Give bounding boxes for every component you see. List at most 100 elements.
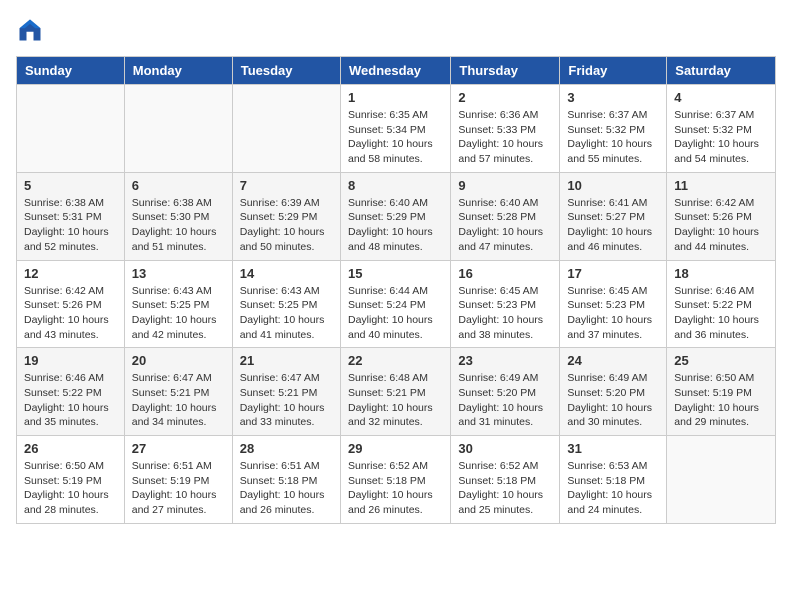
day-info: Sunrise: 6:50 AM Sunset: 5:19 PM Dayligh… [24,459,117,518]
calendar-cell [667,436,776,524]
day-info: Sunrise: 6:37 AM Sunset: 5:32 PM Dayligh… [674,108,768,167]
calendar-cell: 29 Sunrise: 6:52 AM Sunset: 5:18 PM Dayli… [340,436,450,524]
calendar-cell: 14 Sunrise: 6:43 AM Sunset: 5:25 PM Dayli… [232,260,340,348]
day-number: 4 [674,90,768,105]
weekday-header-thursday: Thursday [451,57,560,85]
calendar-cell: 13 Sunrise: 6:43 AM Sunset: 5:25 PM Dayli… [124,260,232,348]
page-header [16,16,776,44]
calendar-cell: 8Sunrise: 6:40 AM Sunset: 5:29 PM Daylig… [340,172,450,260]
calendar-cell: 27Sunrise: 6:51 AM Sunset: 5:19 PM Dayli… [124,436,232,524]
calendar-cell [124,85,232,173]
calendar-week-row: 5 Sunrise: 6:38 AM Sunset: 5:31 PM Daylig… [17,172,776,260]
calendar-cell: 4 Sunrise: 6:37 AM Sunset: 5:32 PM Daylig… [667,85,776,173]
day-info: Sunrise: 6:51 AM Sunset: 5:18 PM Dayligh… [240,459,333,518]
day-number: 2 [458,90,552,105]
day-info: Sunrise: 6:43 AM Sunset: 5:25 PM Dayligh… [240,284,333,343]
calendar-cell: 16 Sunrise: 6:45 AM Sunset: 5:23 PM Dayli… [451,260,560,348]
day-number: 22 [348,353,443,368]
day-number: 16 [458,266,552,281]
weekday-header-sunday: Sunday [17,57,125,85]
calendar-cell: 2 Sunrise: 6:36 AM Sunset: 5:33 PM Daylig… [451,85,560,173]
calendar-cell [232,85,340,173]
day-number: 5 [24,178,117,193]
calendar-cell [17,85,125,173]
day-info: Sunrise: 6:45 AM Sunset: 5:23 PM Dayligh… [458,284,552,343]
day-number: 15 [348,266,443,281]
calendar-body: 1 Sunrise: 6:35 AM Sunset: 5:34 PM Daylig… [17,85,776,524]
day-number: 23 [458,353,552,368]
day-number: 1 [348,90,443,105]
day-info: Sunrise: 6:39 AM Sunset: 5:29 PM Dayligh… [240,196,333,255]
calendar-cell: 6 Sunrise: 6:38 AM Sunset: 5:30 PM Daylig… [124,172,232,260]
day-number: 21 [240,353,333,368]
calendar-week-row: 19Sunrise: 6:46 AM Sunset: 5:22 PM Dayli… [17,348,776,436]
day-number: 7 [240,178,333,193]
calendar-cell: 15 Sunrise: 6:44 AM Sunset: 5:24 PM Dayli… [340,260,450,348]
calendar-cell: 31 Sunrise: 6:53 AM Sunset: 5:18 PM Dayli… [560,436,667,524]
day-number: 26 [24,441,117,456]
day-number: 31 [567,441,659,456]
calendar-cell: 23 Sunrise: 6:49 AM Sunset: 5:20 PM Dayli… [451,348,560,436]
calendar-cell: 12 Sunrise: 6:42 AM Sunset: 5:26 PM Dayli… [17,260,125,348]
day-info: Sunrise: 6:36 AM Sunset: 5:33 PM Dayligh… [458,108,552,167]
day-info: Sunrise: 6:48 AM Sunset: 5:21 PM Dayligh… [348,371,443,430]
day-number: 13 [132,266,225,281]
day-info: Sunrise: 6:52 AM Sunset: 5:18 PM Dayligh… [458,459,552,518]
calendar-cell: 18 Sunrise: 6:46 AM Sunset: 5:22 PM Dayli… [667,260,776,348]
day-info: Sunrise: 6:37 AM Sunset: 5:32 PM Dayligh… [567,108,659,167]
weekday-header-wednesday: Wednesday [340,57,450,85]
calendar-cell: 9 Sunrise: 6:40 AM Sunset: 5:28 PM Daylig… [451,172,560,260]
calendar-cell: 24 Sunrise: 6:49 AM Sunset: 5:20 PM Dayli… [560,348,667,436]
day-number: 17 [567,266,659,281]
day-info: Sunrise: 6:38 AM Sunset: 5:31 PM Dayligh… [24,196,117,255]
day-number: 20 [132,353,225,368]
day-number: 8 [348,178,443,193]
day-number: 9 [458,178,552,193]
day-info: Sunrise: 6:46 AM Sunset: 5:22 PM Dayligh… [24,371,117,430]
calendar-cell: 11Sunrise: 6:42 AM Sunset: 5:26 PM Dayli… [667,172,776,260]
day-number: 27 [132,441,225,456]
day-info: Sunrise: 6:44 AM Sunset: 5:24 PM Dayligh… [348,284,443,343]
day-number: 11 [674,178,768,193]
day-info: Sunrise: 6:45 AM Sunset: 5:23 PM Dayligh… [567,284,659,343]
day-info: Sunrise: 6:41 AM Sunset: 5:27 PM Dayligh… [567,196,659,255]
weekday-header-friday: Friday [560,57,667,85]
calendar-cell: 7 Sunrise: 6:39 AM Sunset: 5:29 PM Daylig… [232,172,340,260]
day-info: Sunrise: 6:50 AM Sunset: 5:19 PM Dayligh… [674,371,768,430]
day-number: 6 [132,178,225,193]
weekday-header-row: SundayMondayTuesdayWednesdayThursdayFrid… [17,57,776,85]
day-info: Sunrise: 6:40 AM Sunset: 5:28 PM Dayligh… [458,196,552,255]
day-info: Sunrise: 6:43 AM Sunset: 5:25 PM Dayligh… [132,284,225,343]
day-info: Sunrise: 6:38 AM Sunset: 5:30 PM Dayligh… [132,196,225,255]
day-info: Sunrise: 6:42 AM Sunset: 5:26 PM Dayligh… [24,284,117,343]
day-number: 14 [240,266,333,281]
calendar-cell: 30 Sunrise: 6:52 AM Sunset: 5:18 PM Dayli… [451,436,560,524]
day-number: 24 [567,353,659,368]
calendar-cell: 10 Sunrise: 6:41 AM Sunset: 5:27 PM Dayli… [560,172,667,260]
day-number: 28 [240,441,333,456]
weekday-header-saturday: Saturday [667,57,776,85]
day-info: Sunrise: 6:49 AM Sunset: 5:20 PM Dayligh… [567,371,659,430]
day-number: 29 [348,441,443,456]
logo [16,16,48,44]
calendar-table: SundayMondayTuesdayWednesdayThursdayFrid… [16,56,776,524]
day-info: Sunrise: 6:35 AM Sunset: 5:34 PM Dayligh… [348,108,443,167]
day-number: 18 [674,266,768,281]
day-number: 25 [674,353,768,368]
day-number: 12 [24,266,117,281]
day-info: Sunrise: 6:53 AM Sunset: 5:18 PM Dayligh… [567,459,659,518]
calendar-header: SundayMondayTuesdayWednesdayThursdayFrid… [17,57,776,85]
day-number: 10 [567,178,659,193]
day-number: 30 [458,441,552,456]
calendar-cell: 21 Sunrise: 6:47 AM Sunset: 5:21 PM Dayli… [232,348,340,436]
logo-icon [16,16,44,44]
calendar-cell: 25 Sunrise: 6:50 AM Sunset: 5:19 PM Dayli… [667,348,776,436]
calendar-cell: 22 Sunrise: 6:48 AM Sunset: 5:21 PM Dayli… [340,348,450,436]
day-info: Sunrise: 6:47 AM Sunset: 5:21 PM Dayligh… [132,371,225,430]
day-info: Sunrise: 6:49 AM Sunset: 5:20 PM Dayligh… [458,371,552,430]
day-info: Sunrise: 6:47 AM Sunset: 5:21 PM Dayligh… [240,371,333,430]
calendar-cell: 3Sunrise: 6:37 AM Sunset: 5:32 PM Daylig… [560,85,667,173]
day-info: Sunrise: 6:52 AM Sunset: 5:18 PM Dayligh… [348,459,443,518]
calendar-cell: 20 Sunrise: 6:47 AM Sunset: 5:21 PM Dayli… [124,348,232,436]
day-info: Sunrise: 6:46 AM Sunset: 5:22 PM Dayligh… [674,284,768,343]
